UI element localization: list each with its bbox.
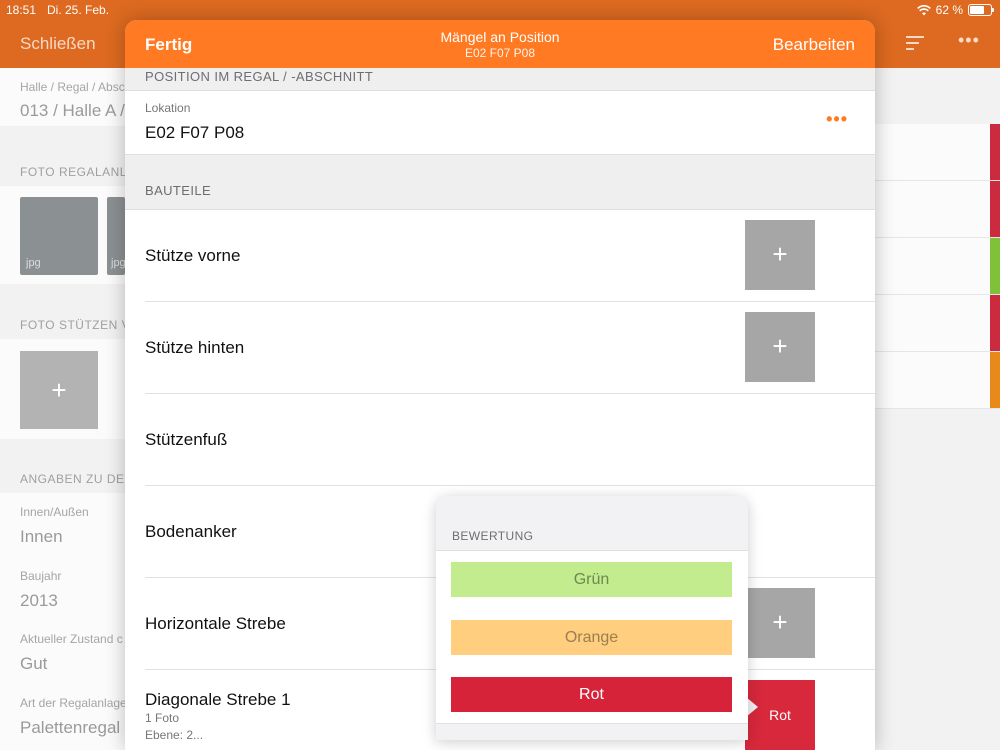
bg-list-row[interactable]	[875, 295, 1000, 352]
rating-header: BEWERTUNG	[452, 529, 534, 543]
bg-field-label: Halle / Regal / Absc	[20, 80, 125, 94]
bg-add-photo-button[interactable]: +	[20, 351, 98, 429]
bg-field-label: Art der Regalanlage	[20, 696, 127, 710]
bg-field-value: 2013	[20, 591, 58, 610]
modal-title: Mängel an Position	[440, 29, 560, 45]
location-label: Lokation	[145, 101, 191, 115]
part-name: Stützenfuß	[145, 430, 228, 449]
status-right: 62 %	[916, 3, 994, 17]
add-defect-button[interactable]: +	[745, 220, 815, 290]
bg-photo-thumbnail[interactable]: jpg	[107, 197, 126, 275]
rating-option-rot[interactable]: Rot	[451, 677, 732, 712]
bg-field-value: 013 / Halle A /	[20, 101, 125, 120]
close-button[interactable]: Schließen	[20, 34, 96, 54]
bg-position-list	[875, 124, 1000, 409]
part-row-stuetze-vorne[interactable]: Stütze vorne +	[125, 210, 875, 302]
battery-percentage: 62 %	[935, 3, 963, 17]
part-name: Bodenanker	[145, 522, 237, 541]
bg-field-label: Innen/Außen	[20, 505, 89, 519]
modal-subtitle: E02 F07 P08	[464, 46, 536, 60]
bg-field-label: Aktueller Zustand c	[20, 632, 123, 646]
photo-count: 1 Foto	[145, 711, 180, 725]
rating-option-gruen[interactable]: Grün	[451, 562, 732, 597]
bg-list-row[interactable]	[875, 352, 1000, 409]
part-row-stuetzenfuss[interactable]: Stützenfuß	[125, 394, 875, 486]
wifi-icon	[916, 4, 931, 15]
part-name: Stütze vorne	[145, 246, 241, 265]
bg-list-row[interactable]	[875, 238, 1000, 295]
position-section-header: POSITION IM REGAL / -ABSCHNITT	[145, 69, 374, 84]
bg-photo-thumbnail[interactable]: jpg	[20, 197, 98, 275]
bg-section-header: FOTO REGALANLA	[20, 165, 136, 179]
bg-field-value: Gut	[20, 654, 48, 673]
bg-list-row[interactable]	[875, 124, 1000, 181]
status-date: Di. 25. Feb.	[47, 3, 110, 17]
more-icon[interactable]: •••	[958, 30, 980, 51]
bg-section-header: ANGABEN ZU DEF	[20, 472, 133, 486]
location-value: E02 F07 P08	[145, 123, 245, 142]
bg-list-row[interactable]	[875, 181, 1000, 238]
modal-nav-bar: Fertig Mängel an Position E02 F07 P08 Be…	[125, 20, 875, 68]
add-defect-button[interactable]: +	[745, 588, 815, 658]
bg-section-header: FOTO STÜTZEN V	[20, 318, 131, 332]
rating-options: Grün Orange Rot	[436, 550, 748, 724]
add-defect-button[interactable]: +	[745, 312, 815, 382]
bg-field-value: Palettenregal	[20, 718, 121, 737]
status-bar: 18:51 Di. 25. Feb. 62 %	[0, 0, 1000, 20]
parts-section-header: BAUTEILE	[145, 183, 212, 198]
battery-icon	[968, 4, 994, 16]
location-cell[interactable]: Lokation E02 F07 P08 •••	[125, 90, 875, 155]
rating-option-orange[interactable]: Orange	[451, 620, 732, 655]
bg-field-value: Innen	[20, 527, 63, 546]
sort-icon[interactable]	[906, 36, 924, 54]
status-time: 18:51	[6, 3, 37, 17]
part-row-stuetze-hinten[interactable]: Stütze hinten +	[125, 302, 875, 394]
level-info: Ebene: 2...	[145, 728, 204, 742]
rating-popover: BEWERTUNG Grün Orange Rot	[436, 496, 748, 740]
part-name: Diagonale Strebe 1	[145, 690, 291, 709]
bg-field-label: Baujahr	[20, 569, 62, 583]
more-options-icon[interactable]: •••	[826, 109, 848, 130]
part-name: Horizontale Strebe	[145, 614, 286, 633]
part-name: Stütze hinten	[145, 338, 245, 357]
edit-button[interactable]: Bearbeiten	[773, 35, 855, 55]
